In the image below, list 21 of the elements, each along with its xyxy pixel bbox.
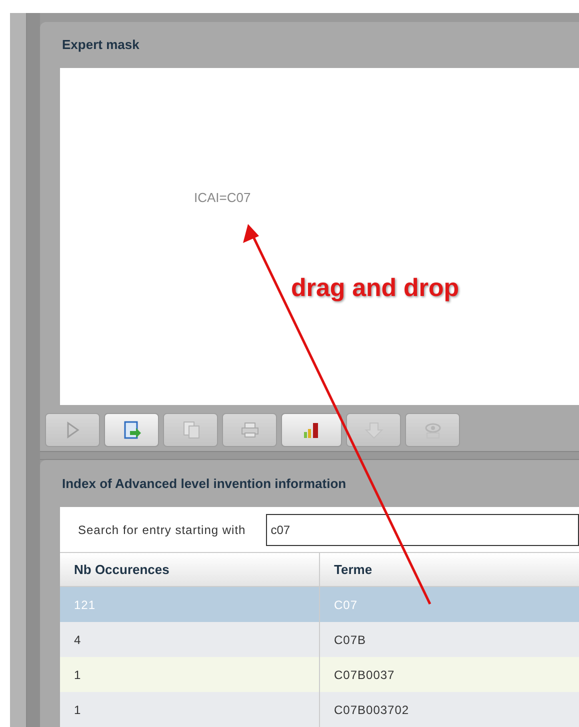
column-header[interactable]: Terme (320, 553, 579, 586)
table-row[interactable]: 4 C07B (60, 622, 579, 657)
table-row[interactable]: 1 C07B0037 (60, 657, 579, 692)
table-cell-text: C07 (333, 596, 359, 614)
printer-icon (240, 420, 260, 440)
table-cell-text: C07B (333, 632, 368, 648)
column-header[interactable]: Nb Occurences (60, 553, 320, 586)
search-label: Search for entry starting with (78, 522, 246, 538)
table-cell-text: C07B0037 (333, 666, 396, 684)
table-cell: 1 (60, 692, 320, 727)
chart-button[interactable] (281, 413, 342, 447)
export-button[interactable] (104, 413, 159, 447)
copy-icon (180, 420, 200, 440)
search-field[interactable]: c07 (266, 514, 579, 546)
panel-title: Expert mask (62, 36, 140, 54)
table-cell-text: C07B003702 (333, 702, 410, 718)
table-row[interactable]: 1 C07B003702 (60, 692, 579, 727)
export-icon (122, 420, 142, 440)
expression-text: ICAI=C07 (194, 189, 251, 207)
panel-title: Index of Advanced level invention information (62, 474, 346, 493)
annotation-text: drag and drop (291, 273, 460, 304)
